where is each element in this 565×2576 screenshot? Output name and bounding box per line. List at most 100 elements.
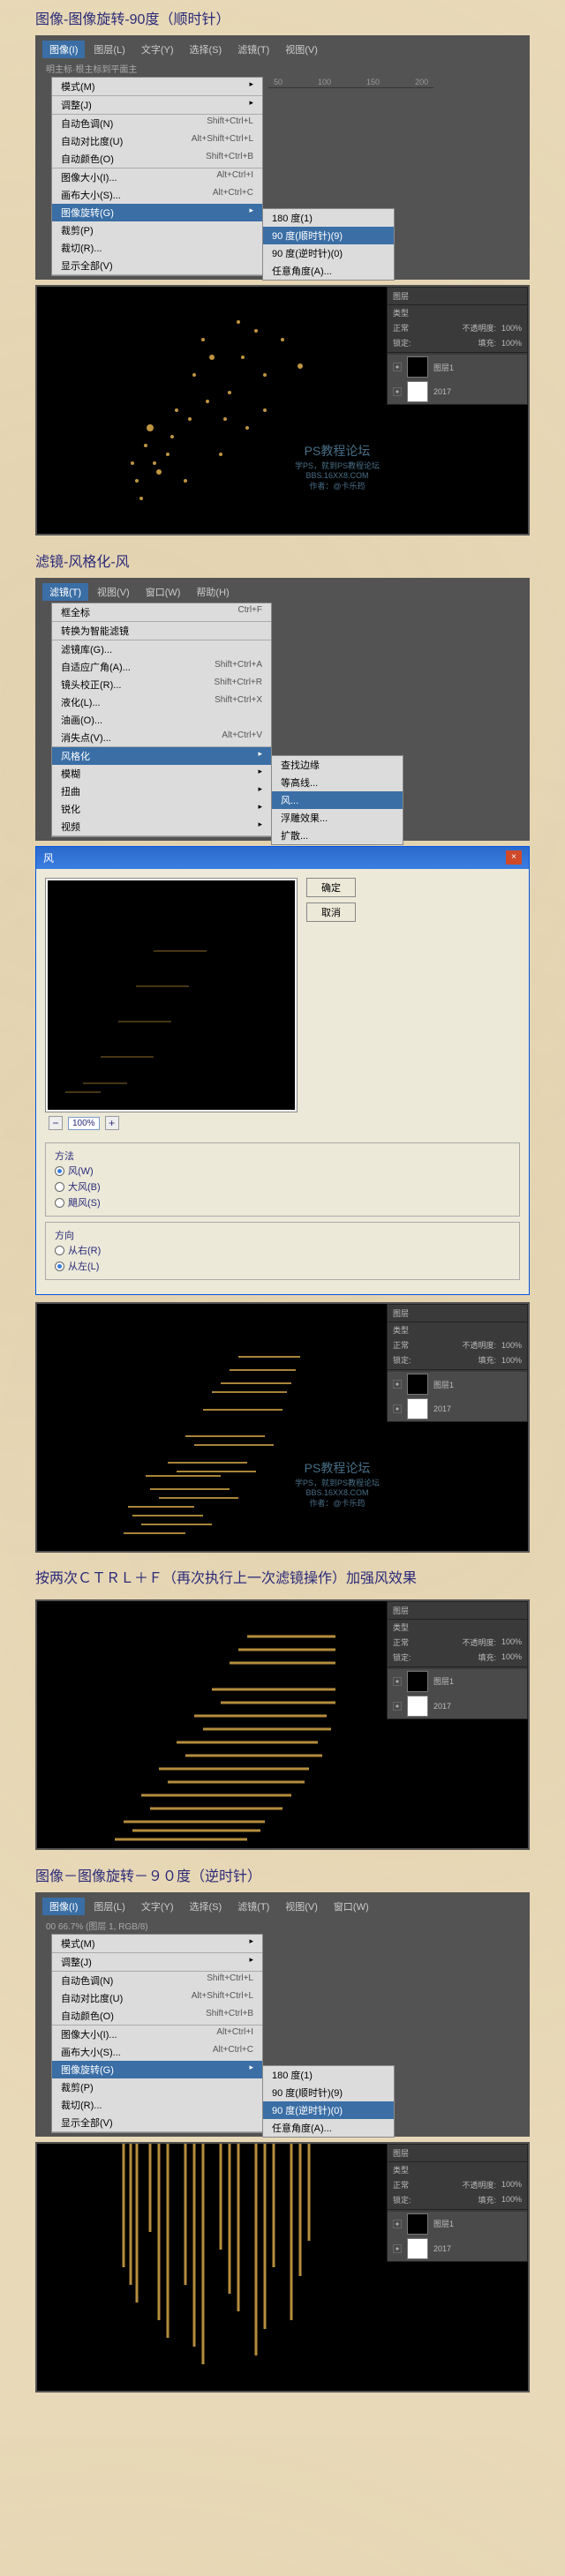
rotate-90ccw-item[interactable]: 90 度(逆时针)(0) (263, 244, 394, 262)
image-rotate-item[interactable]: 图像旋转(G) (52, 2061, 262, 2078)
eye-icon[interactable] (393, 1404, 402, 1413)
canvas-size-item[interactable]: 画布大小(S)...Alt+Ctrl+C (52, 186, 262, 204)
menu-type[interactable]: 文字(Y) (134, 1898, 181, 1915)
mode-item[interactable]: 模式(M) (52, 1935, 262, 1952)
canvas-wind-applied: 图层 类型 正常不透明度:100% 锁定:填充:100% 图层1 2017 PS… (35, 1302, 530, 1553)
lens-item[interactable]: 镜头校正(R)...Shift+Ctrl+R (52, 676, 271, 693)
auto-tone-item[interactable]: 自动色调(N)Shift+Ctrl+L (52, 1972, 262, 1989)
menu-window[interactable]: 窗口(W) (327, 1898, 376, 1915)
emboss-item[interactable]: 浮雕效果... (272, 809, 403, 827)
gallery-item[interactable]: 滤镜库(G)... (52, 640, 271, 658)
menu-select[interactable]: 选择(S) (183, 41, 230, 58)
layer-row[interactable]: 2017 (388, 1397, 527, 1421)
reveal-all-item[interactable]: 显示全部(V) (52, 257, 262, 274)
eye-icon[interactable] (393, 1702, 402, 1711)
rotate-arbitrary-item[interactable]: 任意角度(A)... (263, 2119, 394, 2137)
menu-layer[interactable]: 图层(L) (87, 1898, 132, 1915)
layer-row[interactable]: 图层1 (388, 1372, 527, 1397)
cancel-button[interactable]: 取消 (306, 902, 356, 922)
auto-tone-item[interactable]: 自动色调(N)Shift+Ctrl+L (52, 115, 262, 132)
eye-icon[interactable] (393, 363, 402, 371)
auto-contrast-item[interactable]: 自动对比度(U)Alt+Shift+Ctrl+L (52, 1989, 262, 2007)
smart-filter-item[interactable]: 转换为智能滤镜 (52, 622, 271, 640)
rotate-180-item[interactable]: 180 度(1) (263, 2066, 394, 2084)
zoom-controls: − 100% + (45, 1112, 298, 1134)
blur-item[interactable]: 模糊 (52, 765, 271, 783)
eye-icon[interactable] (393, 1380, 402, 1389)
radio-from-left[interactable]: 从左(L) (55, 1258, 510, 1274)
adjust-item[interactable]: 调整(J) (52, 1953, 262, 1971)
eye-icon[interactable] (393, 1677, 402, 1686)
rotate-180-item[interactable]: 180 度(1) (263, 209, 394, 227)
radio-blast[interactable]: 大风(B) (55, 1179, 510, 1194)
image-size-item[interactable]: 图像大小(I)...Alt+Ctrl+I (52, 2026, 262, 2043)
menu-image[interactable]: 图像(I) (42, 1898, 85, 1915)
image-rotate-item[interactable]: 图像旋转(G) (52, 204, 262, 221)
mode-item[interactable]: 模式(M) (52, 78, 262, 95)
layer-row[interactable]: 图层1 (388, 2212, 527, 2236)
layer-row[interactable]: 2017 (388, 1694, 527, 1719)
stylize-item[interactable]: 风格化 (52, 747, 271, 765)
diffuse-item[interactable]: 扩散... (272, 827, 403, 844)
menu-window-2[interactable]: 窗口(W) (139, 583, 188, 601)
menu-filter[interactable]: 滤镜(T) (230, 41, 276, 58)
eye-icon[interactable] (393, 2244, 402, 2253)
liquify-item[interactable]: 液化(L)...Shift+Ctrl+X (52, 693, 271, 711)
zoom-field[interactable]: 100% (68, 1117, 100, 1130)
menu-view[interactable]: 视图(V) (278, 1898, 325, 1915)
zoom-in-button[interactable]: + (105, 1116, 119, 1130)
eye-icon[interactable] (393, 2220, 402, 2228)
video-item[interactable]: 视频 (52, 818, 271, 835)
rotate-arbitrary-item[interactable]: 任意角度(A)... (263, 262, 394, 280)
auto-color-item[interactable]: 自动颜色(O)Shift+Ctrl+B (52, 2007, 262, 2025)
crop-item[interactable]: 裁剪(P) (52, 2078, 262, 2096)
layers-tab[interactable]: 图层 (393, 290, 409, 302)
layers-tab[interactable]: 图层 (393, 1307, 409, 1319)
auto-contrast-item[interactable]: 自动对比度(U)Alt+Shift+Ctrl+L (52, 132, 262, 150)
sharpen-item[interactable]: 锐化 (52, 800, 271, 818)
adjust-item[interactable]: 调整(J) (52, 96, 262, 114)
crop-item[interactable]: 裁剪(P) (52, 221, 262, 239)
layer-row[interactable]: 2017 (388, 2236, 527, 2261)
wind-item[interactable]: 风... (272, 791, 403, 809)
auto-color-item[interactable]: 自动颜色(O)Shift+Ctrl+B (52, 150, 262, 168)
zoom-out-button[interactable]: − (49, 1116, 63, 1130)
radio-from-right[interactable]: 从右(R) (55, 1242, 510, 1258)
menu-filter[interactable]: 滤镜(T) (230, 1898, 276, 1915)
layer-row[interactable]: 图层1 (388, 1669, 527, 1694)
last-filter-item[interactable]: 框全标Ctrl+F (52, 603, 271, 621)
ok-button[interactable]: 确定 (306, 878, 356, 897)
menu-filter-2[interactable]: 滤镜(T) (42, 583, 88, 601)
layers-tab[interactable]: 图层 (393, 1605, 409, 1616)
menu-help-2[interactable]: 帮助(H) (189, 583, 236, 601)
contour-item[interactable]: 等高线... (272, 774, 403, 791)
radio-stagger[interactable]: 飓风(S) (55, 1194, 510, 1210)
rotate-90cw-item[interactable]: 90 度(顺时针)(9) (263, 2084, 394, 2101)
find-edges-item[interactable]: 查找边缘 (272, 756, 403, 774)
close-icon[interactable]: × (506, 850, 522, 865)
rotate-90ccw-item[interactable]: 90 度(逆时针)(0) (263, 2101, 394, 2119)
layers-tab[interactable]: 图层 (393, 2147, 409, 2159)
canvas-wind-enhanced: 图层 类型 正常不透明度:100% 锁定:填充:100% 图层1 2017 (35, 1599, 530, 1850)
menu-view[interactable]: 视图(V) (278, 41, 325, 58)
trim-item[interactable]: 裁切(R)... (52, 239, 262, 257)
trim-item[interactable]: 裁切(R)... (52, 2096, 262, 2114)
menu-view-2[interactable]: 视图(V) (90, 583, 137, 601)
menu-type[interactable]: 文字(Y) (134, 41, 181, 58)
layer-row-bg[interactable]: 2017 (388, 379, 527, 404)
layer-row-1[interactable]: 图层1 (388, 355, 527, 379)
adaptive-item[interactable]: 自适应广角(A)...Shift+Ctrl+A (52, 658, 271, 676)
oil-item[interactable]: 油画(O)... (52, 711, 271, 729)
menu-layer[interactable]: 图层(L) (87, 41, 132, 58)
menu-select[interactable]: 选择(S) (183, 1898, 230, 1915)
eye-icon[interactable] (393, 387, 402, 396)
menu-image[interactable]: 图像(I) (42, 41, 85, 58)
image-size-item[interactable]: 图像大小(I)...Alt+Ctrl+I (52, 168, 262, 186)
distort-item[interactable]: 扭曲 (52, 783, 271, 800)
rotate-90cw-item[interactable]: 90 度(顺时针)(9) (263, 227, 394, 244)
radio-wind[interactable]: 风(W) (55, 1163, 510, 1179)
step-title-filter-wind: 滤镜-风格化-风 (35, 543, 530, 578)
vanish-item[interactable]: 消失点(V)...Alt+Ctrl+V (52, 729, 271, 746)
canvas-size-item[interactable]: 画布大小(S)...Alt+Ctrl+C (52, 2043, 262, 2061)
reveal-all-item[interactable]: 显示全部(V) (52, 2114, 262, 2131)
